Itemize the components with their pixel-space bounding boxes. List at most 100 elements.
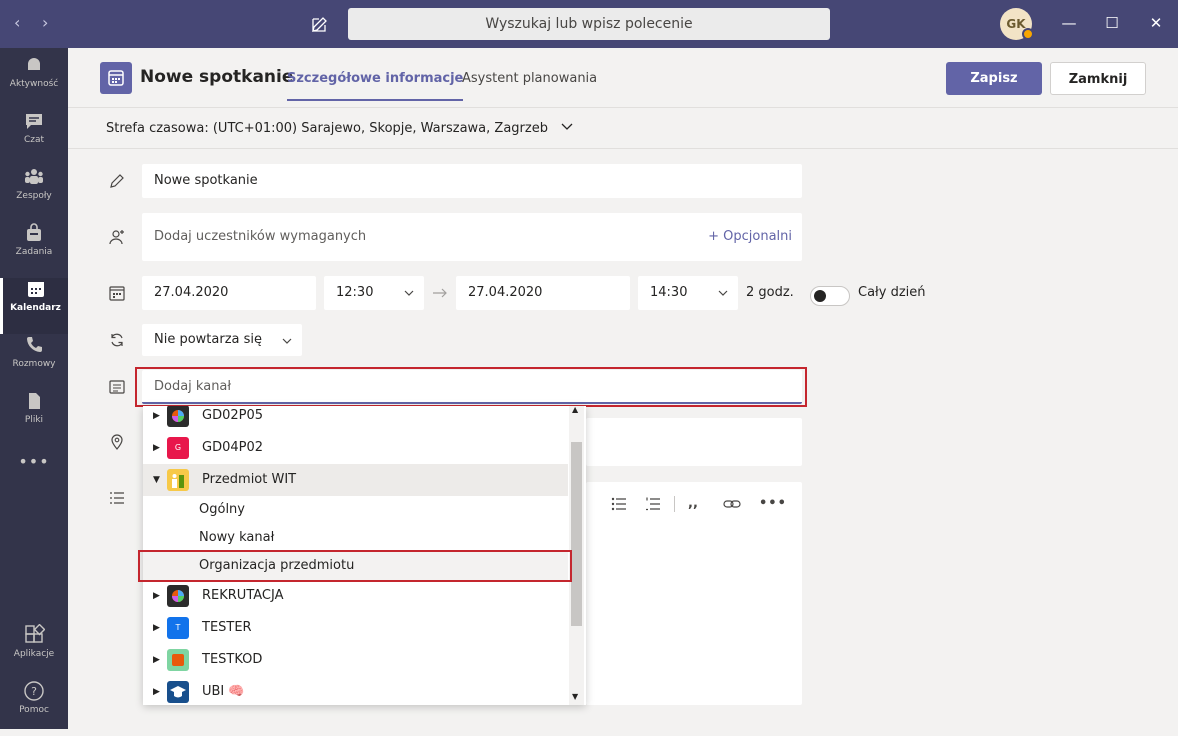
all-day-label: Cały dzień — [858, 285, 926, 300]
rail-item-files[interactable]: Pliki — [0, 390, 68, 446]
close-window-button[interactable]: ✕ — [1145, 12, 1167, 34]
team-name: TESTER — [202, 620, 252, 635]
quote-icon[interactable]: ,, — [688, 496, 698, 511]
calendar-icon — [27, 282, 44, 297]
list-item-team[interactable]: ▶ TESTKOD — [143, 644, 568, 676]
close-button[interactable]: Zamknij — [1050, 62, 1146, 95]
help-icon: ? — [24, 681, 44, 701]
attendees-input[interactable]: Dodaj uczestników wymaganych + Opcjonaln… — [142, 213, 802, 261]
search-input[interactable]: Wyszukaj lub wpisz polecenie — [348, 8, 830, 40]
list-item-team-expanded[interactable]: ▼ Przedmiot WIT — [143, 464, 568, 496]
team-avatar: T — [167, 617, 189, 639]
channel-name: Nowy kanał — [199, 530, 275, 545]
chevron-down-icon — [718, 290, 728, 296]
repeat-icon — [111, 333, 123, 347]
bullet-list-icon[interactable] — [611, 497, 627, 511]
location-input[interactable] — [586, 418, 802, 466]
optional-attendees-link[interactable]: + Opcjonalni — [708, 213, 792, 261]
pencil-icon — [110, 174, 124, 188]
scrollbar-thumb[interactable] — [571, 442, 582, 626]
rail-item-help[interactable]: ? Pomoc — [0, 680, 68, 736]
end-date-input[interactable]: 27.04.2020 — [456, 276, 630, 310]
numbered-list-icon[interactable] — [645, 497, 661, 511]
forward-button[interactable]: › — [42, 14, 48, 32]
rail-label: Zespoły — [16, 191, 52, 201]
expand-arrow-icon[interactable]: ▶ — [153, 676, 160, 705]
link-icon[interactable] — [723, 497, 741, 511]
location-icon — [111, 434, 123, 450]
calendar-badge-icon — [100, 62, 132, 94]
start-date-input[interactable]: 27.04.2020 — [142, 276, 316, 310]
collapse-arrow-icon[interactable]: ▼ — [153, 464, 160, 496]
attendees-placeholder: Dodaj uczestników wymaganych — [154, 229, 367, 244]
expand-arrow-icon[interactable]: ▶ — [153, 580, 160, 612]
rail-item-chat[interactable]: Czat — [0, 110, 68, 166]
rail-item-calls[interactable]: Rozmowy — [0, 334, 68, 390]
more-options-icon[interactable]: ••• — [759, 496, 787, 511]
meeting-header: Nowe spotkanie Szczegółowe informacje As… — [68, 48, 1178, 108]
description-editor[interactable] — [586, 482, 802, 705]
expand-arrow-icon[interactable]: ▶ — [153, 644, 160, 676]
expand-arrow-icon[interactable]: ▶ — [153, 406, 160, 432]
rail-label: Czat — [23, 135, 45, 145]
team-avatar: G — [167, 437, 189, 459]
title-input[interactable]: Nowe spotkanie — [142, 164, 802, 198]
highlight-channel-input — [135, 367, 807, 407]
team-avatar — [167, 681, 189, 703]
minimize-button[interactable]: — — [1058, 12, 1080, 34]
list-item-team[interactable]: ▶ REKRUTACJA — [143, 580, 568, 612]
save-button[interactable]: Zapisz — [946, 62, 1042, 95]
phone-icon — [27, 337, 42, 352]
team-name: GD02P05 — [202, 408, 264, 423]
list-item-team[interactable]: ▶ G GD04P02 — [143, 432, 568, 464]
compose-icon[interactable] — [310, 14, 330, 34]
expand-arrow-icon[interactable]: ▶ — [153, 612, 160, 644]
list-item-channel[interactable]: Ogólny — [143, 496, 568, 524]
list-item-channel[interactable]: Nowy kanał — [143, 524, 568, 552]
page-title: Nowe spotkanie — [140, 67, 294, 87]
team-avatar — [167, 469, 189, 491]
channel-name: Ogólny — [199, 502, 245, 517]
chevron-down-icon — [561, 123, 573, 130]
back-button[interactable]: ‹ — [14, 14, 20, 32]
duration-label: 2 godz. — [746, 285, 794, 300]
rail-label: Aktywność — [9, 79, 59, 89]
repeat-select[interactable]: Nie powtarza się — [142, 324, 302, 356]
rail-item-calendar[interactable]: Kalendarz — [0, 278, 68, 334]
toolbar-divider — [674, 496, 675, 512]
end-time-select[interactable]: 14:30 — [638, 276, 738, 310]
calendar-icon — [109, 286, 125, 301]
rail-label: Pliki — [24, 415, 44, 425]
team-name: UBI 🧠 — [202, 684, 245, 699]
rail-item-apps[interactable]: Aplikacje — [0, 624, 68, 680]
scroll-down-icon[interactable]: ▼ — [572, 692, 578, 701]
tab-details[interactable]: Szczegółowe informacje — [287, 71, 464, 101]
chevron-down-icon — [404, 290, 414, 296]
rail-item-activity[interactable]: Aktywność — [0, 54, 68, 110]
rail-item-teams[interactable]: Zespoły — [0, 166, 68, 222]
end-time-value: 14:30 — [650, 285, 688, 300]
tab-scheduling-assistant[interactable]: Asystent planowania — [462, 71, 597, 86]
list-item-team[interactable]: ▶ UBI 🧠 — [143, 676, 568, 705]
main-content: Nowe spotkanie Szczegółowe informacje As… — [68, 48, 1178, 729]
team-name: REKRUTACJA — [202, 588, 284, 603]
more-icon[interactable]: ••• — [0, 452, 68, 508]
scroll-up-icon[interactable]: ▲ — [572, 406, 578, 414]
all-day-toggle[interactable] — [810, 286, 850, 306]
rail-item-assignments[interactable]: Zadania — [0, 222, 68, 278]
rail-label: Rozmowy — [12, 359, 56, 369]
chevron-down-icon — [282, 338, 292, 344]
team-name: GD04P02 — [202, 440, 264, 455]
team-name: TESTKOD — [202, 652, 263, 667]
timezone-selector[interactable]: Strefa czasowa: (UTC+01:00) Sarajewo, Sk… — [106, 121, 574, 136]
start-time-select[interactable]: 12:30 — [324, 276, 424, 310]
apps-icon — [25, 624, 45, 643]
file-icon — [29, 393, 40, 409]
list-item-team[interactable]: ▶ GD02P05 — [143, 406, 568, 432]
list-item-team[interactable]: ▶ T TESTER — [143, 612, 568, 644]
rail-label: Zadania — [15, 247, 53, 257]
maximize-button[interactable]: ☐ — [1101, 12, 1123, 34]
rail-label: Kalendarz — [10, 303, 61, 313]
expand-arrow-icon[interactable]: ▶ — [153, 432, 160, 464]
start-time-value: 12:30 — [336, 285, 374, 300]
